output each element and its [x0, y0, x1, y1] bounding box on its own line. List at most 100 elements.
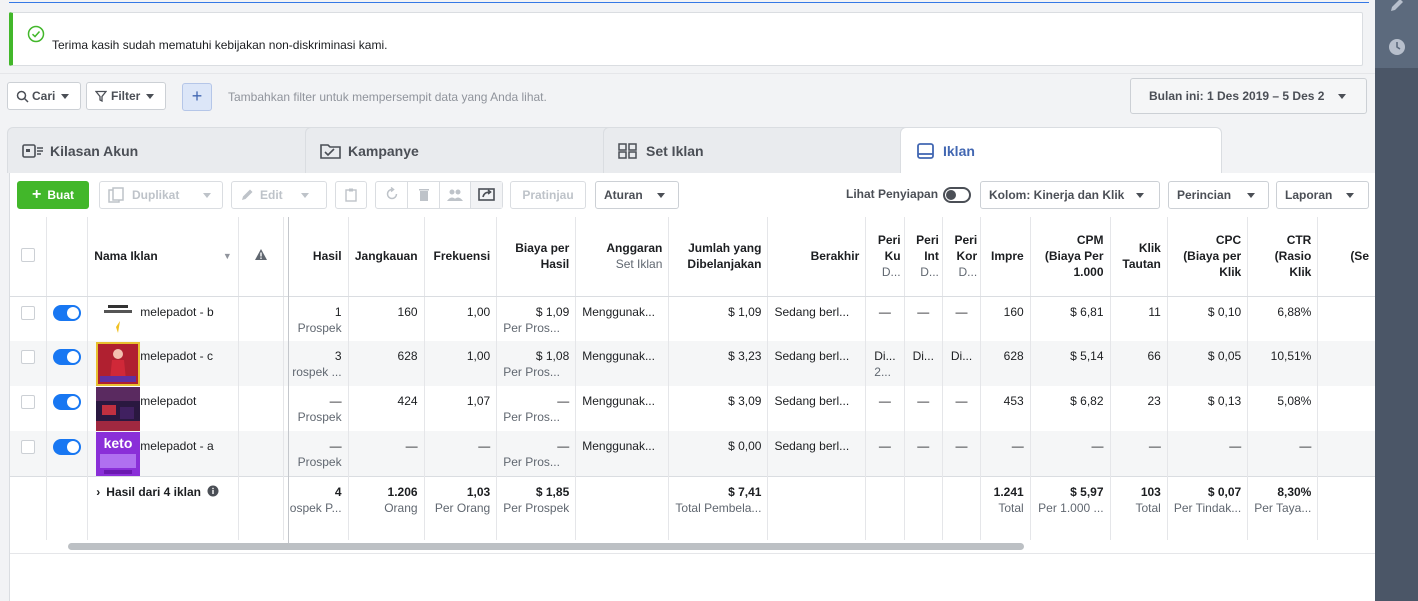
column-header-budget[interactable]: Anggaran Set Iklan: [575, 217, 670, 297]
refresh-icon[interactable]: [376, 186, 407, 204]
table-bottom-divider: [10, 553, 1375, 554]
column-header-period-2[interactable]: Peri Int D...: [904, 217, 943, 297]
search-button[interactable]: Cari: [7, 82, 81, 110]
keto-thumb-text: keto: [104, 435, 133, 451]
ad-status-toggle[interactable]: [53, 349, 82, 365]
expand-chevron-icon[interactable]: ›: [96, 485, 100, 499]
summary-sub: Orang: [384, 500, 418, 515]
clock-icon[interactable]: [1388, 38, 1406, 56]
column-header-cost-per-result[interactable]: Biaya per Hasil: [496, 217, 577, 297]
ad-thumbnail[interactable]: [96, 387, 140, 431]
create-button[interactable]: + Buat: [17, 181, 89, 209]
people-icon[interactable]: [438, 182, 471, 208]
column-header-result[interactable]: Hasil: [283, 217, 349, 297]
column-header-cpc[interactable]: CPC (Biaya per Klik: [1167, 217, 1249, 297]
cpr-value: —: [557, 439, 570, 453]
column-header-ctr[interactable]: CTR (Rasio Klik: [1247, 217, 1319, 297]
tab-campaigns[interactable]: Kampanye: [305, 127, 625, 173]
level-tabs: Kilasan Akun Kampanye Set Iklan Iklan: [0, 127, 1375, 173]
summary-empty-cell: [1317, 475, 1375, 540]
column-label: (Rasio: [1274, 249, 1312, 264]
table-row[interactable]: melepadot - b 1 Prospek 160 1,00 $ 1,09 Pe…: [10, 296, 1375, 341]
preview-button[interactable]: Pratinjau: [510, 181, 586, 209]
column-header-period-1[interactable]: Peri Ku D...: [865, 217, 905, 297]
column-header-reach[interactable]: Jangkauan: [348, 217, 425, 297]
breakdown-dropdown[interactable]: Perincian: [1168, 181, 1269, 209]
table-row[interactable]: melepadot - c 3 rospek ... 628 1,00 $ 1,0…: [10, 341, 1375, 386]
column-header-ends[interactable]: Berakhir: [767, 217, 867, 297]
column-header-amount-spent[interactable]: Jumlah yang Dibelanjakan: [668, 217, 769, 297]
cost-per-result-cell: — Per Pros...: [496, 386, 577, 431]
period-1-cell: —: [865, 296, 905, 341]
column-header-extra[interactable]: (Se: [1317, 217, 1375, 297]
row-checkbox[interactable]: [21, 305, 36, 320]
filter-button[interactable]: Filter: [86, 82, 166, 110]
sort-caret-icon[interactable]: ▼: [223, 248, 232, 264]
rules-button[interactable]: Aturan: [595, 181, 679, 209]
period-3-cell: —: [942, 386, 982, 431]
column-header-frequency[interactable]: Frekuensi: [424, 217, 498, 297]
select-all-checkbox[interactable]: [21, 248, 36, 263]
column-label: Nama Iklan: [94, 249, 158, 264]
info-icon[interactable]: [207, 485, 219, 497]
ad-status-toggle[interactable]: [53, 304, 82, 321]
column-header-period-3[interactable]: Peri Kor D...: [942, 217, 982, 297]
tab-ad-sets[interactable]: Set Iklan: [603, 127, 923, 173]
share-preview-icon[interactable]: [470, 182, 502, 208]
ad-thumbnail[interactable]: keto: [96, 432, 140, 476]
extra-cell: [1318, 296, 1375, 341]
date-range-picker[interactable]: Bulan ini: 1 Des 2019 – 5 Des 2: [1130, 78, 1367, 114]
duplicate-button[interactable]: Duplikat: [99, 181, 223, 209]
ad-name[interactable]: melepadot: [140, 394, 196, 408]
column-header-cpm[interactable]: CPM (Biaya Per 1.000: [1030, 217, 1111, 297]
table-row[interactable]: melepadot - a — Prospek — — — Per Pros... …: [10, 431, 1375, 476]
ad-name[interactable]: melepadot - b: [140, 305, 213, 319]
column-label: 1.000: [1073, 265, 1104, 280]
summary-label-cell[interactable]: › Hasil dari 4 iklan: [87, 475, 239, 540]
table-row[interactable]: melepadot — Prospek 424 1,07 — Per Pros...…: [10, 386, 1375, 431]
clipboard-button[interactable]: [335, 181, 367, 209]
ad-thumbnail[interactable]: [96, 297, 140, 341]
breakdown-label: Perincian: [1177, 188, 1232, 202]
duplicate-icon: [108, 187, 124, 203]
ad-name[interactable]: melepadot - a: [140, 439, 213, 453]
tab-ads[interactable]: Iklan: [900, 127, 1222, 173]
row-checkbox[interactable]: [21, 350, 36, 364]
column-sublabel: D...: [920, 265, 939, 280]
ad-status-toggle[interactable]: [53, 439, 82, 455]
summary-cpr-cell: $ 1,85 Per Prospek: [496, 475, 577, 540]
extra-cell: [1317, 431, 1375, 476]
cpr-value: $ 1,09: [535, 304, 570, 319]
period-1-cell: —: [865, 386, 905, 431]
add-filter-button[interactable]: +: [182, 83, 212, 111]
filter-hint[interactable]: Tambahkan filter untuk mempersempit data…: [228, 90, 547, 104]
view-setup-toggle[interactable]: [943, 187, 971, 203]
ad-name[interactable]: melepadot - c: [140, 349, 213, 363]
summary-value: $ 7,41: [728, 484, 762, 499]
columns-dropdown[interactable]: Kolom: Kinerja dan Klik: [980, 181, 1160, 209]
edit-button[interactable]: Edit: [231, 181, 327, 209]
column-header-impressions[interactable]: Impre: [980, 217, 1031, 297]
row-checkbox[interactable]: [21, 440, 36, 454]
column-header-link-clicks[interactable]: Klik Tautan: [1110, 217, 1168, 297]
result-value: —: [329, 394, 342, 408]
period-sub: 2...: [874, 365, 891, 379]
ad-thumbnail[interactable]: [96, 342, 140, 386]
summary-sub: Per 1.000 ...: [1038, 500, 1104, 515]
trash-icon[interactable]: [407, 182, 439, 208]
column-sublabel: D...: [958, 265, 978, 280]
column-header-name[interactable]: Nama Iklan ▼: [87, 217, 239, 297]
horizontal-scrollbar[interactable]: [68, 543, 1024, 550]
cpr-sub: Per Pros...: [503, 365, 560, 379]
row-checkbox[interactable]: [21, 395, 36, 409]
summary-value: 1.206: [387, 484, 418, 499]
column-header-warning[interactable]: [238, 217, 284, 297]
tab-account-overview[interactable]: Kilasan Akun: [7, 127, 327, 173]
summary-value: $ 1,85: [535, 484, 570, 499]
pencil-icon[interactable]: [1388, 0, 1406, 14]
ad-status-toggle[interactable]: [53, 394, 82, 410]
tab-label: Set Iklan: [646, 142, 704, 159]
cpr-value: $ 1,08: [535, 349, 570, 363]
reports-dropdown[interactable]: Laporan: [1276, 181, 1369, 209]
reach-cell: 424: [348, 386, 425, 431]
